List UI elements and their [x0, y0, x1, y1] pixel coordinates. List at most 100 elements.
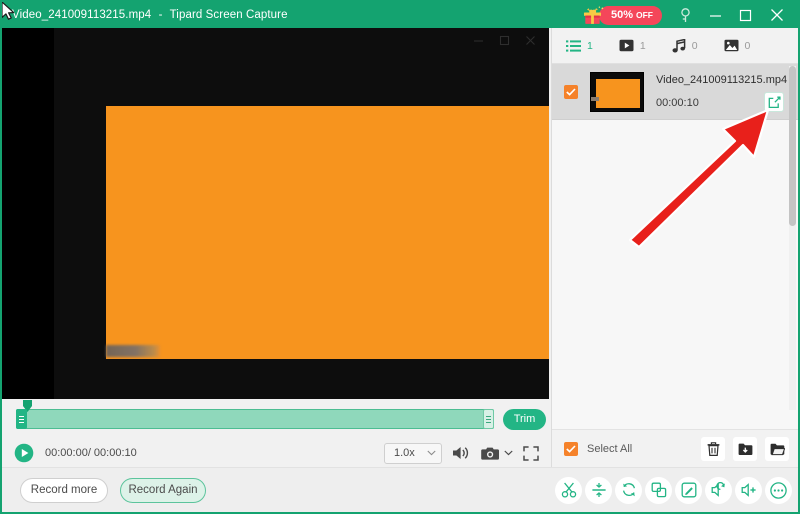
music-note-icon — [672, 38, 686, 52]
image-icon — [724, 39, 739, 52]
tab-image-count: 0 — [744, 39, 751, 52]
more-options-icon — [770, 481, 787, 499]
split-tool-button[interactable] — [585, 476, 612, 504]
record-more-button[interactable]: Record more — [20, 477, 108, 503]
promo-percent: 50% — [610, 9, 633, 21]
media-type-tabs: 1 1 0 0 — [552, 28, 798, 64]
video-preview[interactable] — [2, 28, 549, 399]
minimize-icon — [709, 14, 721, 17]
file-list-scrollbar[interactable] — [789, 66, 796, 410]
trim-handle-left[interactable] — [16, 409, 27, 429]
list-item[interactable]: Video_241009113215.mp4 00:00:10 — [552, 64, 798, 120]
file-name: Video_241009113215.mp4 — [656, 74, 788, 86]
open-folder-icon — [770, 443, 785, 455]
recorded-inner-window — [54, 28, 549, 399]
audio-extract-icon — [711, 482, 725, 497]
video-thumbnail — [590, 71, 644, 112]
record-actions: Record more Record Again — [2, 467, 549, 512]
checkmark-icon — [566, 444, 576, 453]
select-all-row: Select All — [552, 429, 798, 467]
volume-boost-button[interactable] — [735, 476, 762, 504]
tab-image[interactable]: 0 — [724, 39, 751, 52]
camera-icon — [481, 447, 499, 460]
tab-all-files-count: 1 — [587, 39, 593, 52]
promo-badge[interactable]: 50% OFF — [583, 5, 662, 25]
checkmark-icon — [566, 87, 576, 96]
inner-maximize-button[interactable] — [491, 29, 517, 51]
thumbnail-content — [596, 78, 640, 108]
fullscreen-button[interactable] — [523, 445, 539, 461]
timeline-bar[interactable]: Trim — [2, 399, 549, 439]
close-button[interactable] — [760, 2, 794, 28]
inner-close-button[interactable] — [517, 29, 543, 51]
chevron-down-icon — [427, 450, 436, 456]
select-all-label: Select All — [587, 442, 633, 455]
video-icon — [619, 39, 634, 52]
thumbnail-blur-bar — [591, 96, 599, 101]
window-title-app: Tipard Screen Capture — [169, 9, 288, 21]
split-compress-icon — [591, 483, 606, 497]
app-window: Video_241009113215.mp4 - Tipard Screen C… — [0, 0, 800, 514]
playback-controls: 00:00:00/ 00:00:10 1.0x — [2, 439, 549, 467]
time-display: 00:00:00/ 00:00:10 — [45, 447, 137, 459]
title-bar: Video_241009113215.mp4 - Tipard Screen C… — [2, 2, 798, 28]
trim-button[interactable]: Trim — [503, 408, 546, 430]
trim-track[interactable] — [16, 400, 494, 429]
speed-value: 1.0x — [394, 447, 415, 459]
list-icon — [566, 39, 581, 52]
file-checkbox[interactable] — [564, 84, 578, 99]
volume-icon — [453, 447, 469, 459]
edit-tool-button[interactable] — [675, 476, 702, 504]
file-actions — [701, 436, 789, 461]
merge-icon — [651, 482, 666, 498]
chevron-down-icon[interactable] — [504, 450, 513, 456]
playback-right-controls: 1.0x — [384, 442, 539, 464]
window-title-separator: - — [158, 9, 163, 21]
promo-pill[interactable]: 50% OFF — [598, 5, 662, 25]
save-to-folder-icon — [738, 443, 752, 455]
open-folder-button[interactable] — [765, 436, 789, 461]
share-export-icon — [768, 96, 781, 108]
inner-window-controls — [465, 29, 543, 51]
share-export-button[interactable] — [764, 92, 784, 112]
convert-tool-button[interactable] — [615, 476, 642, 504]
file-list: Video_241009113215.mp4 00:00:10 — [552, 64, 798, 412]
gift-icon — [583, 6, 604, 24]
fullscreen-icon — [523, 445, 539, 461]
play-button[interactable] — [14, 443, 34, 463]
volume-boost-icon — [741, 483, 756, 497]
file-panel: 1 1 0 0 Video_241009113215.mp4 00:00:10 … — [551, 28, 798, 467]
maximize-button[interactable] — [730, 2, 760, 28]
tab-all-files[interactable]: 1 — [566, 40, 593, 52]
tab-video[interactable]: 1 — [619, 39, 646, 52]
blurred-overlay-bar — [106, 345, 160, 357]
edit-pencil-icon — [681, 482, 696, 498]
tab-audio-count: 0 — [691, 39, 698, 52]
cut-tool-button[interactable] — [555, 476, 582, 504]
tab-audio[interactable]: 0 — [672, 38, 698, 53]
file-list-scroll-thumb[interactable] — [789, 66, 796, 226]
save-to-folder-button[interactable] — [733, 436, 757, 461]
inner-minimize-button[interactable] — [465, 29, 491, 51]
window-title-file: Video_241009113215.mp4 — [12, 9, 152, 21]
scissors-cut-icon — [561, 482, 576, 498]
maximize-icon — [499, 35, 509, 45]
select-all-checkbox[interactable] — [564, 441, 578, 456]
help-key-button[interactable] — [670, 2, 700, 28]
record-again-button[interactable]: Record Again — [120, 477, 206, 503]
window-controls: 50% OFF — [583, 2, 798, 28]
volume-button[interactable] — [452, 445, 471, 461]
more-options-button[interactable] — [765, 476, 792, 504]
close-icon — [771, 9, 783, 21]
tab-video-count: 1 — [639, 39, 646, 52]
snapshot-button[interactable] — [481, 446, 513, 461]
window-title: Video_241009113215.mp4 - Tipard Screen C… — [12, 9, 288, 21]
merge-tool-button[interactable] — [645, 476, 672, 504]
close-icon — [525, 35, 535, 45]
convert-rotate-icon — [622, 483, 635, 497]
minimize-button[interactable] — [700, 2, 730, 28]
trim-handle-right[interactable] — [483, 409, 494, 429]
speed-selector[interactable]: 1.0x — [384, 442, 442, 464]
audio-extract-button[interactable] — [705, 476, 732, 504]
delete-button[interactable] — [701, 436, 725, 461]
